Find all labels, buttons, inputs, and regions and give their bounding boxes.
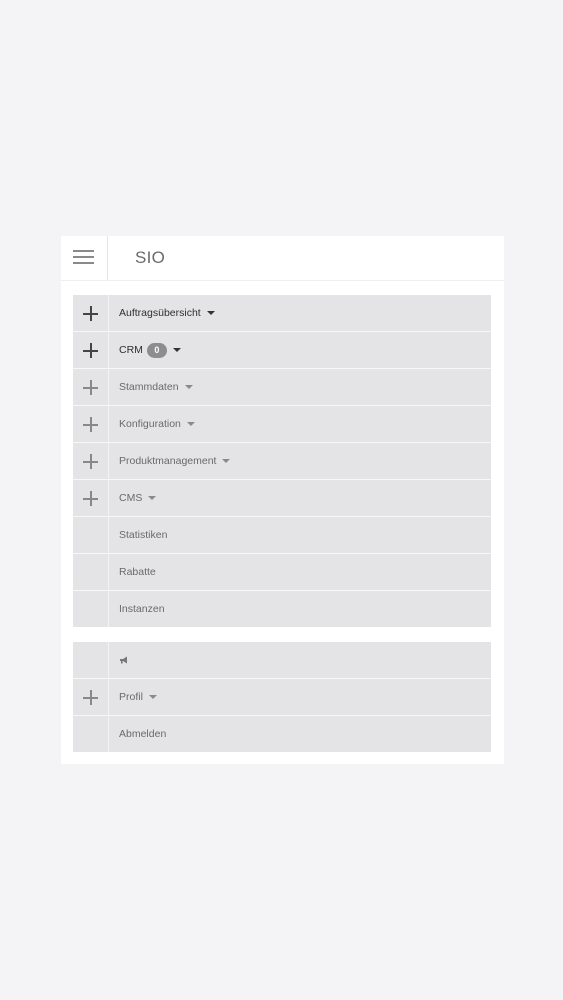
expand-cell[interactable] xyxy=(73,369,109,405)
caret-down-icon xyxy=(186,422,195,426)
plus-icon[interactable] xyxy=(83,690,98,705)
menu-item-label: Produktmanagement xyxy=(119,455,217,467)
menu-item-crm[interactable]: CRM 0 xyxy=(73,332,491,369)
menu-item-label: Stammdaten xyxy=(119,381,179,393)
brand-title[interactable]: SIO xyxy=(135,248,165,268)
caret-down-icon xyxy=(148,695,157,699)
expand-cell[interactable] xyxy=(73,679,109,715)
top-navbar: SIO xyxy=(61,236,504,281)
plus-icon[interactable] xyxy=(83,380,98,395)
empty-icon-cell xyxy=(73,554,109,590)
menu-item-instanzen[interactable]: Instanzen xyxy=(73,591,491,627)
menu-item-label: Instanzen xyxy=(119,603,165,615)
main-menu: Auftragsübersicht CRM 0 Stammdaten Konfi… xyxy=(73,295,491,627)
hamburger-menu-icon[interactable] xyxy=(61,236,108,280)
menu-item-label: Auftragsübersicht xyxy=(119,307,201,319)
empty-icon-cell xyxy=(73,716,109,752)
menu-item-announcements[interactable] xyxy=(73,642,491,679)
expand-cell[interactable] xyxy=(73,332,109,368)
menu-item-abmelden[interactable]: Abmelden xyxy=(73,716,491,752)
plus-icon[interactable] xyxy=(83,306,98,321)
empty-icon-cell xyxy=(73,642,109,678)
menu-item-label: CMS xyxy=(119,492,143,504)
empty-icon-cell xyxy=(73,517,109,553)
expand-cell[interactable] xyxy=(73,480,109,516)
megaphone-icon[interactable] xyxy=(119,656,129,664)
caret-down-icon xyxy=(172,348,181,352)
caret-down-icon xyxy=(222,459,231,463)
menu-item-produktmanagement[interactable]: Produktmanagement xyxy=(73,443,491,480)
menu-item-label: Rabatte xyxy=(119,566,156,578)
empty-icon-cell xyxy=(73,591,109,627)
menu-item-rabatte[interactable]: Rabatte xyxy=(73,554,491,591)
menu-item-auftragsuebersicht[interactable]: Auftragsübersicht xyxy=(73,295,491,332)
expand-cell[interactable] xyxy=(73,295,109,331)
expand-cell[interactable] xyxy=(73,443,109,479)
secondary-menu: Profil Abmelden xyxy=(73,642,491,752)
caret-down-icon xyxy=(184,385,193,389)
caret-down-icon xyxy=(206,311,215,315)
caret-down-icon xyxy=(148,496,157,500)
plus-icon[interactable] xyxy=(83,454,98,469)
plus-icon[interactable] xyxy=(83,417,98,432)
app-panel: SIO Auftragsübersicht CRM 0 Stammdaten K… xyxy=(61,236,504,764)
menu-item-konfiguration[interactable]: Konfiguration xyxy=(73,406,491,443)
menu-item-stammdaten[interactable]: Stammdaten xyxy=(73,369,491,406)
plus-icon[interactable] xyxy=(83,491,98,506)
menu-item-label: Statistiken xyxy=(119,529,168,541)
crm-count-badge: 0 xyxy=(146,342,167,358)
expand-cell[interactable] xyxy=(73,406,109,442)
menu-item-profil[interactable]: Profil xyxy=(73,679,491,716)
menu-item-label: Profil xyxy=(119,691,143,703)
menu-item-cms[interactable]: CMS xyxy=(73,480,491,517)
menu-item-statistiken[interactable]: Statistiken xyxy=(73,517,491,554)
plus-icon[interactable] xyxy=(83,343,98,358)
menu-item-label: CRM xyxy=(119,344,143,356)
menu-item-label: Konfiguration xyxy=(119,418,181,430)
menu-item-label: Abmelden xyxy=(119,728,167,740)
